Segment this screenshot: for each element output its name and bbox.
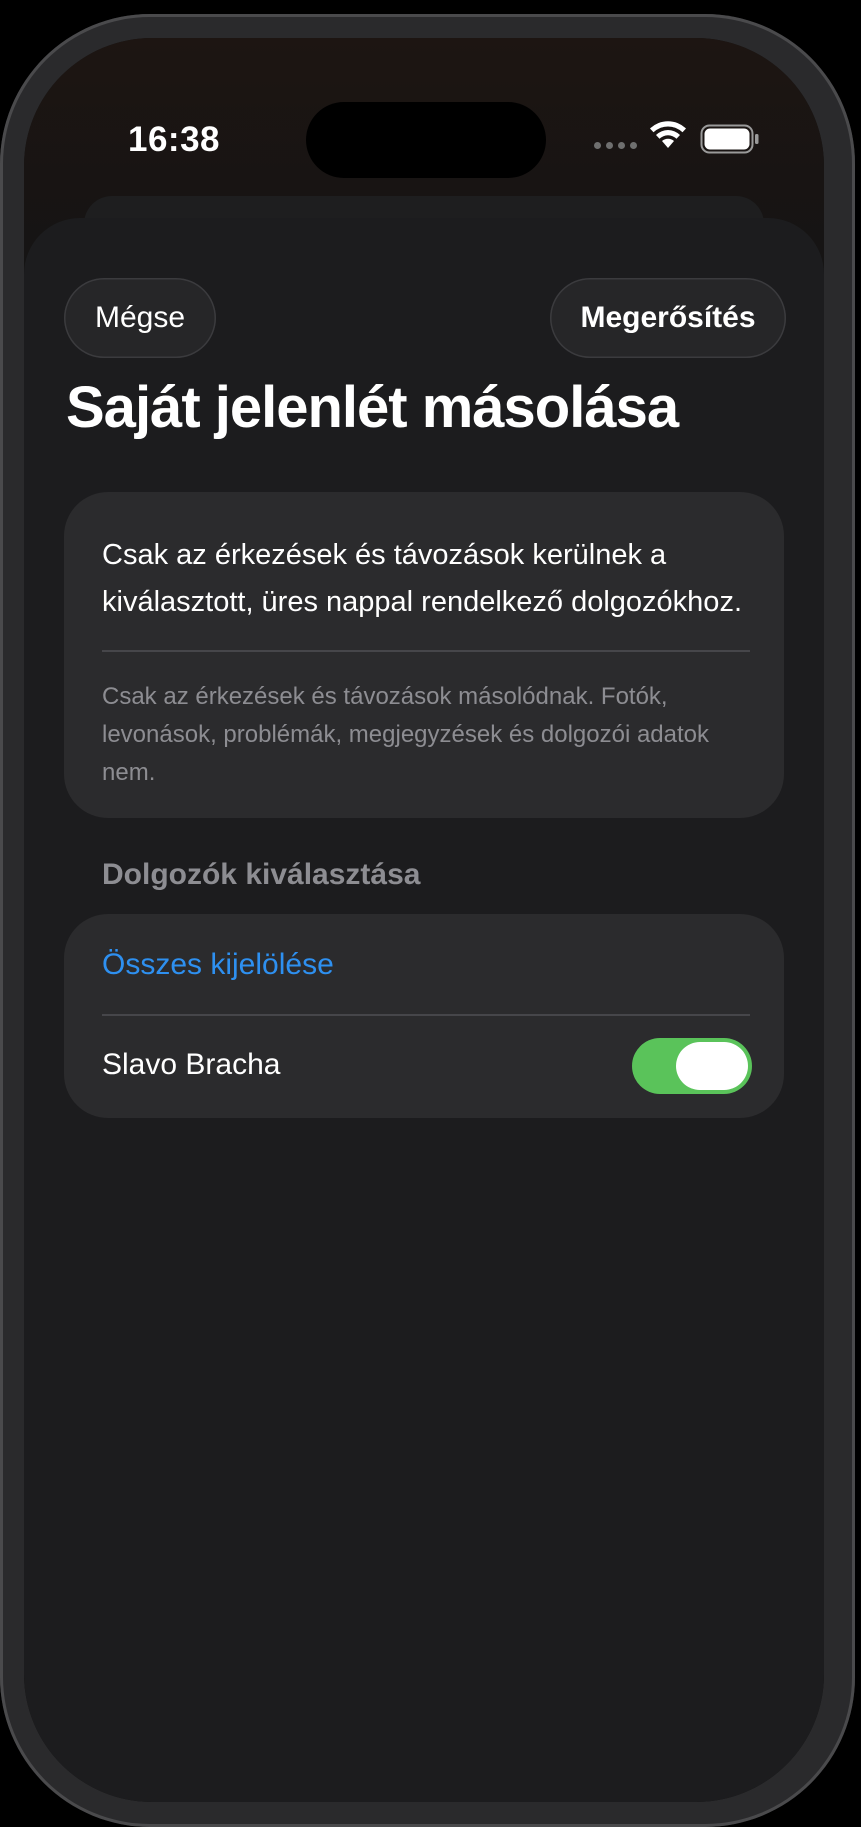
status-time: 16:38 bbox=[128, 120, 221, 159]
info-sub-text: Csak az érkezések és távozások másolódna… bbox=[102, 683, 710, 786]
divider bbox=[102, 1014, 750, 1016]
battery-icon bbox=[700, 124, 759, 154]
divider bbox=[102, 650, 750, 652]
employee-toggle[interactable] bbox=[632, 1038, 752, 1094]
employee-name: Slavo Bracha bbox=[102, 1048, 281, 1081]
info-main-text: Csak az érkezések és távozások kerülnek … bbox=[102, 539, 742, 618]
select-all-button[interactable]: Összes kijelölése bbox=[102, 948, 334, 982]
dynamic-island bbox=[306, 102, 546, 178]
cancel-button[interactable]: Mégse bbox=[64, 278, 216, 358]
employee-list: Összes kijelölése Slavo Bracha bbox=[64, 914, 784, 1118]
toggle-knob bbox=[676, 1042, 748, 1090]
status-bar: 16:38 bbox=[24, 38, 824, 188]
cellular-signal-icon bbox=[594, 142, 637, 149]
copy-attendance-sheet: Mégse Megerősítés Saját jelenlét másolás… bbox=[24, 218, 824, 1802]
section-header-employees: Dolgozók kiválasztása bbox=[102, 858, 421, 891]
phone-frame: 16:38 Mégse Megerősítés Saját jelenlét m… bbox=[0, 14, 855, 1827]
wifi-icon bbox=[650, 121, 686, 148]
info-card: Csak az érkezések és távozások kerülnek … bbox=[64, 492, 784, 818]
confirm-button[interactable]: Megerősítés bbox=[550, 278, 786, 358]
screen: 16:38 Mégse Megerősítés Saját jelenlét m… bbox=[24, 38, 824, 1802]
page-title: Saját jelenlét másolása bbox=[66, 375, 679, 440]
